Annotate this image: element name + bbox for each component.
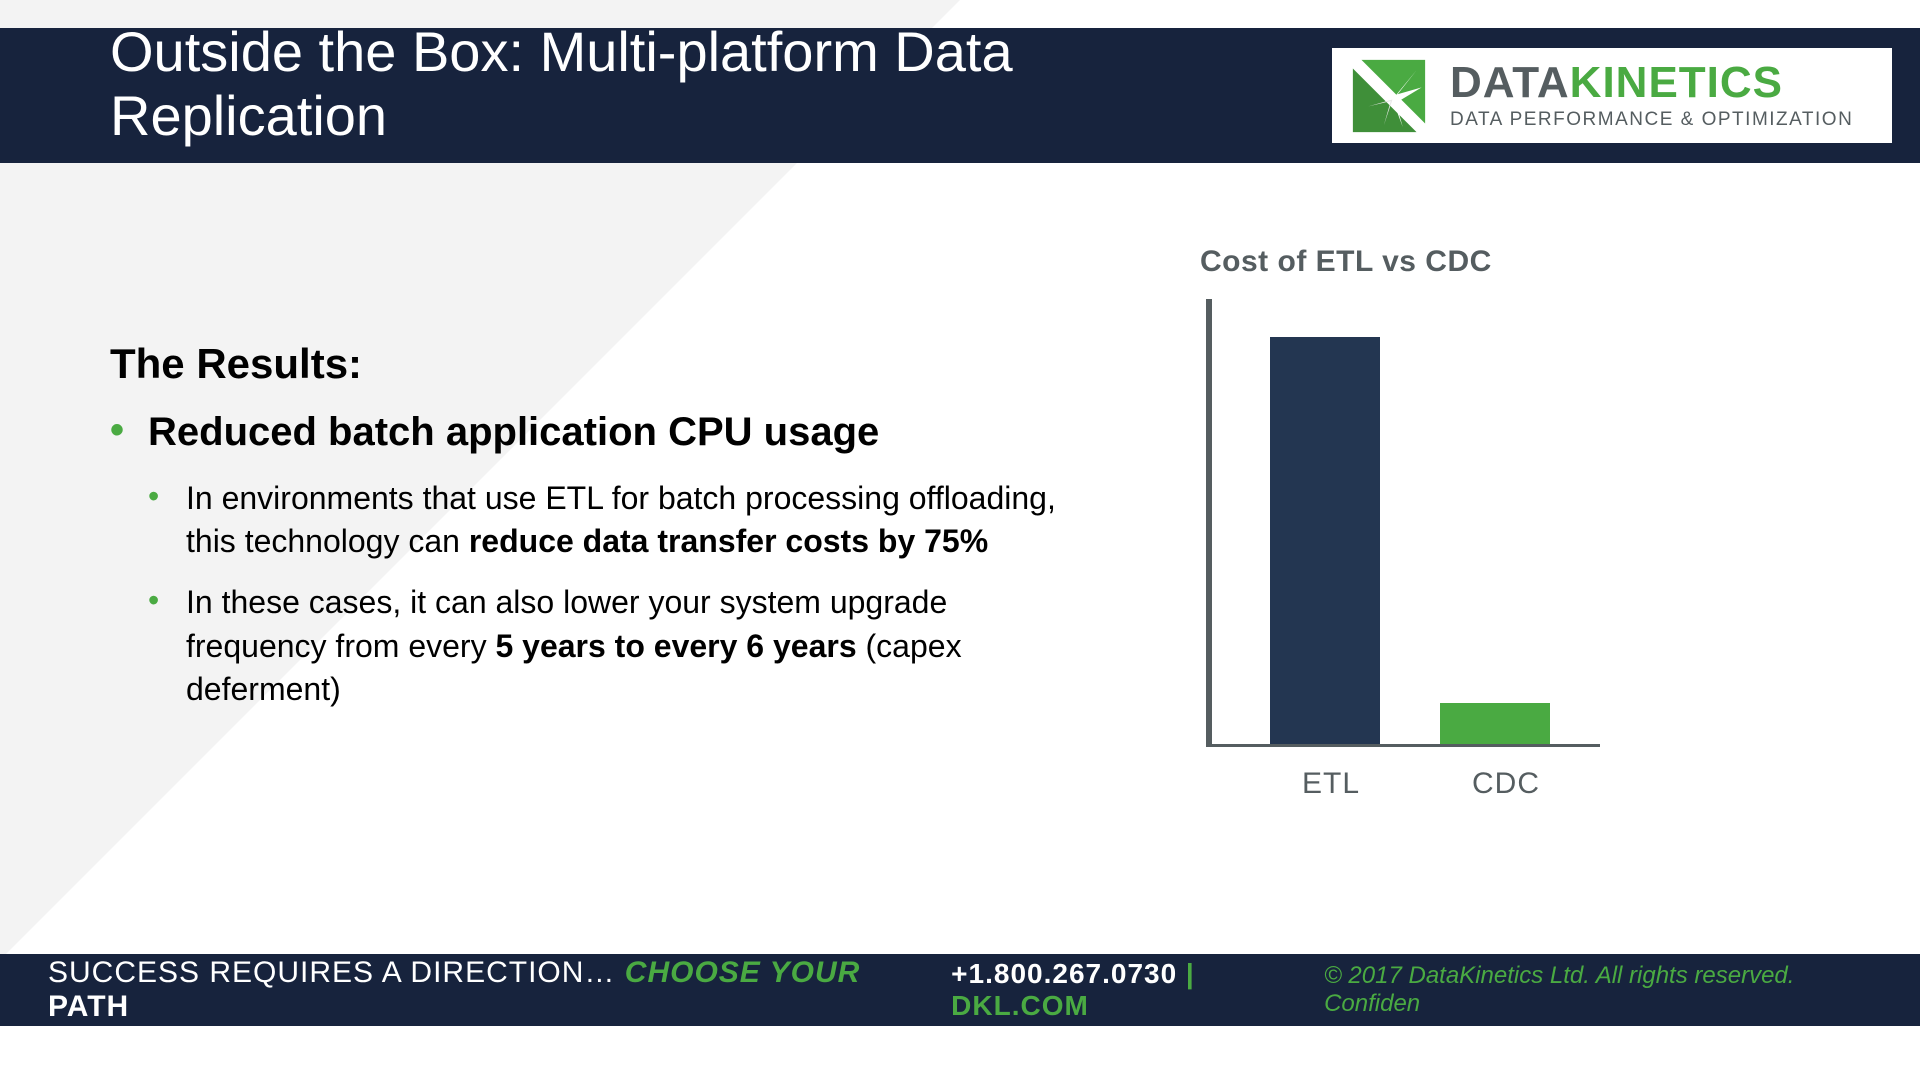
chart-bar-etl [1270,337,1380,744]
slide: Outside the Box: Multi-platform Data Rep… [0,0,1920,1080]
slide-title: Outside the Box: Multi-platform Data Rep… [110,20,1260,149]
chart-title: Cost of ETL vs CDC [1200,245,1620,279]
chart-x-axis [1206,744,1600,747]
footer-text: CHOOSE YOUR [625,956,861,989]
chart: Cost of ETL vs CDC ETLCDC [1200,245,1620,759]
footer-text: PATH [48,990,129,1023]
bullet-bold: reduce data transfer costs by 75% [469,523,988,559]
footer-contact: +1.800.267.0730 | DKL.COM [951,958,1324,1022]
body-content: The Results: Reduced batch application C… [110,340,1070,729]
footer-copyright: © 2017 DataKinetics Ltd. All rights rese… [1324,962,1872,1018]
footer-sep: | [1177,958,1195,989]
logo: DATAKINETICS DATA PERFORMANCE & OPTIMIZA… [1332,48,1892,143]
logo-text: DATAKINETICS DATA PERFORMANCE & OPTIMIZA… [1450,61,1853,131]
bullet-level2: In these cases, it can also lower your s… [148,581,1070,711]
bullet-level1: Reduced batch application CPU usage [110,410,1070,455]
logo-tagline: DATA PERFORMANCE & OPTIMIZATION [1450,109,1853,131]
chart-x-label: CDC [1472,767,1540,801]
footer-site: DKL.COM [951,990,1089,1021]
logo-wordmark: DATAKINETICS [1450,61,1853,105]
chart-y-axis [1206,299,1212,747]
bullet-bold: 5 years to every 6 years [495,628,856,664]
results-heading: The Results: [110,340,1070,388]
footer-text: SUCCESS REQUIRES A DIRECTION… [48,956,625,989]
chart-plot-area: ETLCDC [1200,299,1600,759]
logo-mark-icon [1346,53,1432,139]
footer-phone: +1.800.267.0730 [951,958,1177,989]
footer-tagline: SUCCESS REQUIRES A DIRECTION… CHOOSE YOU… [48,956,911,1024]
chart-bar-cdc [1440,703,1550,744]
footer-bar: SUCCESS REQUIRES A DIRECTION… CHOOSE YOU… [0,954,1920,1026]
bullet-level2: In environments that use ETL for batch p… [148,477,1070,563]
chart-x-label: ETL [1302,767,1360,801]
